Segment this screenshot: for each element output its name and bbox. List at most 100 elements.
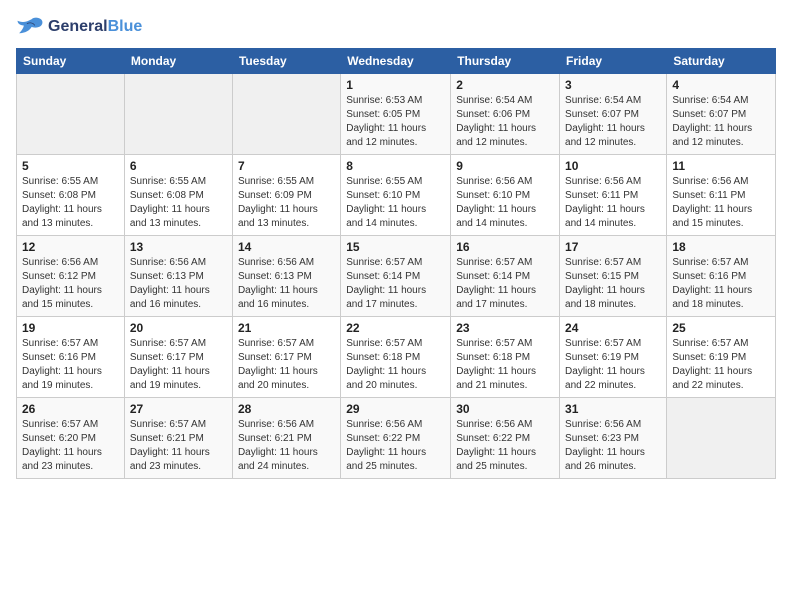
day-info: Sunrise: 6:56 AM Sunset: 6:12 PM Dayligh… bbox=[22, 256, 119, 312]
day-number: 23 bbox=[456, 321, 554, 335]
day-number: 24 bbox=[565, 321, 661, 335]
col-wednesday: Wednesday bbox=[341, 49, 451, 74]
calendar-cell: 6Sunrise: 6:55 AM Sunset: 6:08 PM Daylig… bbox=[124, 155, 232, 236]
calendar-week-1: 1 Sunrise: 6:53 AM Sunset: 6:05 PM Daylig… bbox=[17, 74, 776, 155]
calendar-cell: 4Sunrise: 6:54 AM Sunset: 6:07 PM Daylig… bbox=[667, 74, 776, 155]
col-thursday: Thursday bbox=[451, 49, 560, 74]
day-number: 10 bbox=[565, 159, 661, 173]
day-number: 29 bbox=[346, 402, 445, 416]
col-monday: Monday bbox=[124, 49, 232, 74]
day-number: 2 bbox=[456, 78, 554, 92]
page-header: GeneralBlue bbox=[16, 16, 776, 38]
day-number: 19 bbox=[22, 321, 119, 335]
calendar-cell: 13Sunrise: 6:56 AM Sunset: 6:13 PM Dayli… bbox=[124, 236, 232, 317]
calendar-cell: 17 Sunrise: 6:57 AM Sunset: 6:15 PM Dayli… bbox=[560, 236, 667, 317]
day-number: 12 bbox=[22, 240, 119, 254]
day-number: 26 bbox=[22, 402, 119, 416]
calendar-cell: 18Sunrise: 6:57 AM Sunset: 6:16 PM Dayli… bbox=[667, 236, 776, 317]
day-info: Sunrise: 6:54 AM Sunset: 6:07 PM Dayligh… bbox=[565, 94, 661, 150]
calendar-cell: 14 Sunrise: 6:56 AM Sunset: 6:13 PM Dayli… bbox=[232, 236, 340, 317]
day-number: 22 bbox=[346, 321, 445, 335]
day-info: Sunrise: 6:56 AM Sunset: 6:22 PM Dayligh… bbox=[346, 418, 445, 474]
day-number: 15 bbox=[346, 240, 445, 254]
day-number: 20 bbox=[130, 321, 227, 335]
calendar-cell: 21 Sunrise: 6:57 AM Sunset: 6:17 PM Dayli… bbox=[232, 317, 340, 398]
calendar-week-5: 26 Sunrise: 6:57 AM Sunset: 6:20 PM Dayli… bbox=[17, 398, 776, 479]
day-number: 30 bbox=[456, 402, 554, 416]
day-number: 14 bbox=[238, 240, 335, 254]
day-info: Sunrise: 6:56 AM Sunset: 6:13 PM Dayligh… bbox=[238, 256, 335, 312]
calendar-cell: 7 Sunrise: 6:55 AM Sunset: 6:09 PM Daylig… bbox=[232, 155, 340, 236]
day-number: 16 bbox=[456, 240, 554, 254]
day-number: 3 bbox=[565, 78, 661, 92]
day-info: Sunrise: 6:57 AM Sunset: 6:19 PM Dayligh… bbox=[565, 337, 661, 393]
day-info: Sunrise: 6:57 AM Sunset: 6:21 PM Dayligh… bbox=[130, 418, 227, 474]
calendar-cell: 28 Sunrise: 6:56 AM Sunset: 6:21 PM Dayli… bbox=[232, 398, 340, 479]
day-info: Sunrise: 6:56 AM Sunset: 6:13 PM Dayligh… bbox=[130, 256, 227, 312]
day-number: 9 bbox=[456, 159, 554, 173]
calendar-week-2: 5Sunrise: 6:55 AM Sunset: 6:08 PM Daylig… bbox=[17, 155, 776, 236]
day-info: Sunrise: 6:57 AM Sunset: 6:17 PM Dayligh… bbox=[238, 337, 335, 393]
day-info: Sunrise: 6:56 AM Sunset: 6:22 PM Dayligh… bbox=[456, 418, 554, 474]
day-info: Sunrise: 6:57 AM Sunset: 6:14 PM Dayligh… bbox=[346, 256, 445, 312]
day-info: Sunrise: 6:57 AM Sunset: 6:16 PM Dayligh… bbox=[672, 256, 770, 312]
day-info: Sunrise: 6:57 AM Sunset: 6:18 PM Dayligh… bbox=[456, 337, 554, 393]
day-number: 21 bbox=[238, 321, 335, 335]
day-info: Sunrise: 6:55 AM Sunset: 6:08 PM Dayligh… bbox=[130, 175, 227, 231]
day-number: 11 bbox=[672, 159, 770, 173]
calendar-cell: 23 Sunrise: 6:57 AM Sunset: 6:18 PM Dayli… bbox=[451, 317, 560, 398]
logo: GeneralBlue bbox=[16, 16, 142, 38]
calendar-cell bbox=[124, 74, 232, 155]
calendar-week-3: 12 Sunrise: 6:56 AM Sunset: 6:12 PM Dayli… bbox=[17, 236, 776, 317]
calendar-table: Sunday Monday Tuesday Wednesday Thursday… bbox=[16, 48, 776, 479]
day-number: 1 bbox=[346, 78, 445, 92]
day-info: Sunrise: 6:56 AM Sunset: 6:21 PM Dayligh… bbox=[238, 418, 335, 474]
calendar-cell: 31Sunrise: 6:56 AM Sunset: 6:23 PM Dayli… bbox=[560, 398, 667, 479]
calendar-cell: 2 Sunrise: 6:54 AM Sunset: 6:06 PM Daylig… bbox=[451, 74, 560, 155]
calendar-cell bbox=[232, 74, 340, 155]
calendar-cell: 10Sunrise: 6:56 AM Sunset: 6:11 PM Dayli… bbox=[560, 155, 667, 236]
day-info: Sunrise: 6:55 AM Sunset: 6:10 PM Dayligh… bbox=[346, 175, 445, 231]
logo-bird-icon bbox=[16, 16, 44, 38]
day-number: 28 bbox=[238, 402, 335, 416]
day-info: Sunrise: 6:57 AM Sunset: 6:17 PM Dayligh… bbox=[130, 337, 227, 393]
col-tuesday: Tuesday bbox=[232, 49, 340, 74]
day-info: Sunrise: 6:57 AM Sunset: 6:15 PM Dayligh… bbox=[565, 256, 661, 312]
calendar-cell: 5Sunrise: 6:55 AM Sunset: 6:08 PM Daylig… bbox=[17, 155, 125, 236]
header-row: Sunday Monday Tuesday Wednesday Thursday… bbox=[17, 49, 776, 74]
calendar-cell: 8 Sunrise: 6:55 AM Sunset: 6:10 PM Daylig… bbox=[341, 155, 451, 236]
day-info: Sunrise: 6:57 AM Sunset: 6:16 PM Dayligh… bbox=[22, 337, 119, 393]
calendar-cell: 15 Sunrise: 6:57 AM Sunset: 6:14 PM Dayli… bbox=[341, 236, 451, 317]
calendar-cell: 29 Sunrise: 6:56 AM Sunset: 6:22 PM Dayli… bbox=[341, 398, 451, 479]
day-number: 8 bbox=[346, 159, 445, 173]
calendar-body: 1 Sunrise: 6:53 AM Sunset: 6:05 PM Daylig… bbox=[17, 74, 776, 479]
day-info: Sunrise: 6:57 AM Sunset: 6:19 PM Dayligh… bbox=[672, 337, 770, 393]
calendar-cell: 3 Sunrise: 6:54 AM Sunset: 6:07 PM Daylig… bbox=[560, 74, 667, 155]
calendar-cell: 26 Sunrise: 6:57 AM Sunset: 6:20 PM Dayli… bbox=[17, 398, 125, 479]
calendar-cell: 12 Sunrise: 6:56 AM Sunset: 6:12 PM Dayli… bbox=[17, 236, 125, 317]
day-number: 17 bbox=[565, 240, 661, 254]
day-info: Sunrise: 6:55 AM Sunset: 6:09 PM Dayligh… bbox=[238, 175, 335, 231]
day-number: 7 bbox=[238, 159, 335, 173]
calendar-cell: 25Sunrise: 6:57 AM Sunset: 6:19 PM Dayli… bbox=[667, 317, 776, 398]
day-info: Sunrise: 6:57 AM Sunset: 6:18 PM Dayligh… bbox=[346, 337, 445, 393]
calendar-cell: 16 Sunrise: 6:57 AM Sunset: 6:14 PM Dayli… bbox=[451, 236, 560, 317]
col-sunday: Sunday bbox=[17, 49, 125, 74]
col-friday: Friday bbox=[560, 49, 667, 74]
calendar-cell: 27 Sunrise: 6:57 AM Sunset: 6:21 PM Dayli… bbox=[124, 398, 232, 479]
calendar-cell: 9Sunrise: 6:56 AM Sunset: 6:10 PM Daylig… bbox=[451, 155, 560, 236]
day-number: 27 bbox=[130, 402, 227, 416]
calendar-week-4: 19 Sunrise: 6:57 AM Sunset: 6:16 PM Dayli… bbox=[17, 317, 776, 398]
calendar-cell: 24 Sunrise: 6:57 AM Sunset: 6:19 PM Dayli… bbox=[560, 317, 667, 398]
calendar-cell: 19 Sunrise: 6:57 AM Sunset: 6:16 PM Dayli… bbox=[17, 317, 125, 398]
day-number: 31 bbox=[565, 402, 661, 416]
day-info: Sunrise: 6:57 AM Sunset: 6:20 PM Dayligh… bbox=[22, 418, 119, 474]
calendar-cell: 1 Sunrise: 6:53 AM Sunset: 6:05 PM Daylig… bbox=[341, 74, 451, 155]
day-info: Sunrise: 6:54 AM Sunset: 6:07 PM Dayligh… bbox=[672, 94, 770, 150]
day-info: Sunrise: 6:54 AM Sunset: 6:06 PM Dayligh… bbox=[456, 94, 554, 150]
day-info: Sunrise: 6:53 AM Sunset: 6:05 PM Dayligh… bbox=[346, 94, 445, 150]
day-info: Sunrise: 6:57 AM Sunset: 6:14 PM Dayligh… bbox=[456, 256, 554, 312]
calendar-cell bbox=[17, 74, 125, 155]
logo-text: GeneralBlue bbox=[48, 18, 142, 36]
calendar-cell: 11Sunrise: 6:56 AM Sunset: 6:11 PM Dayli… bbox=[667, 155, 776, 236]
